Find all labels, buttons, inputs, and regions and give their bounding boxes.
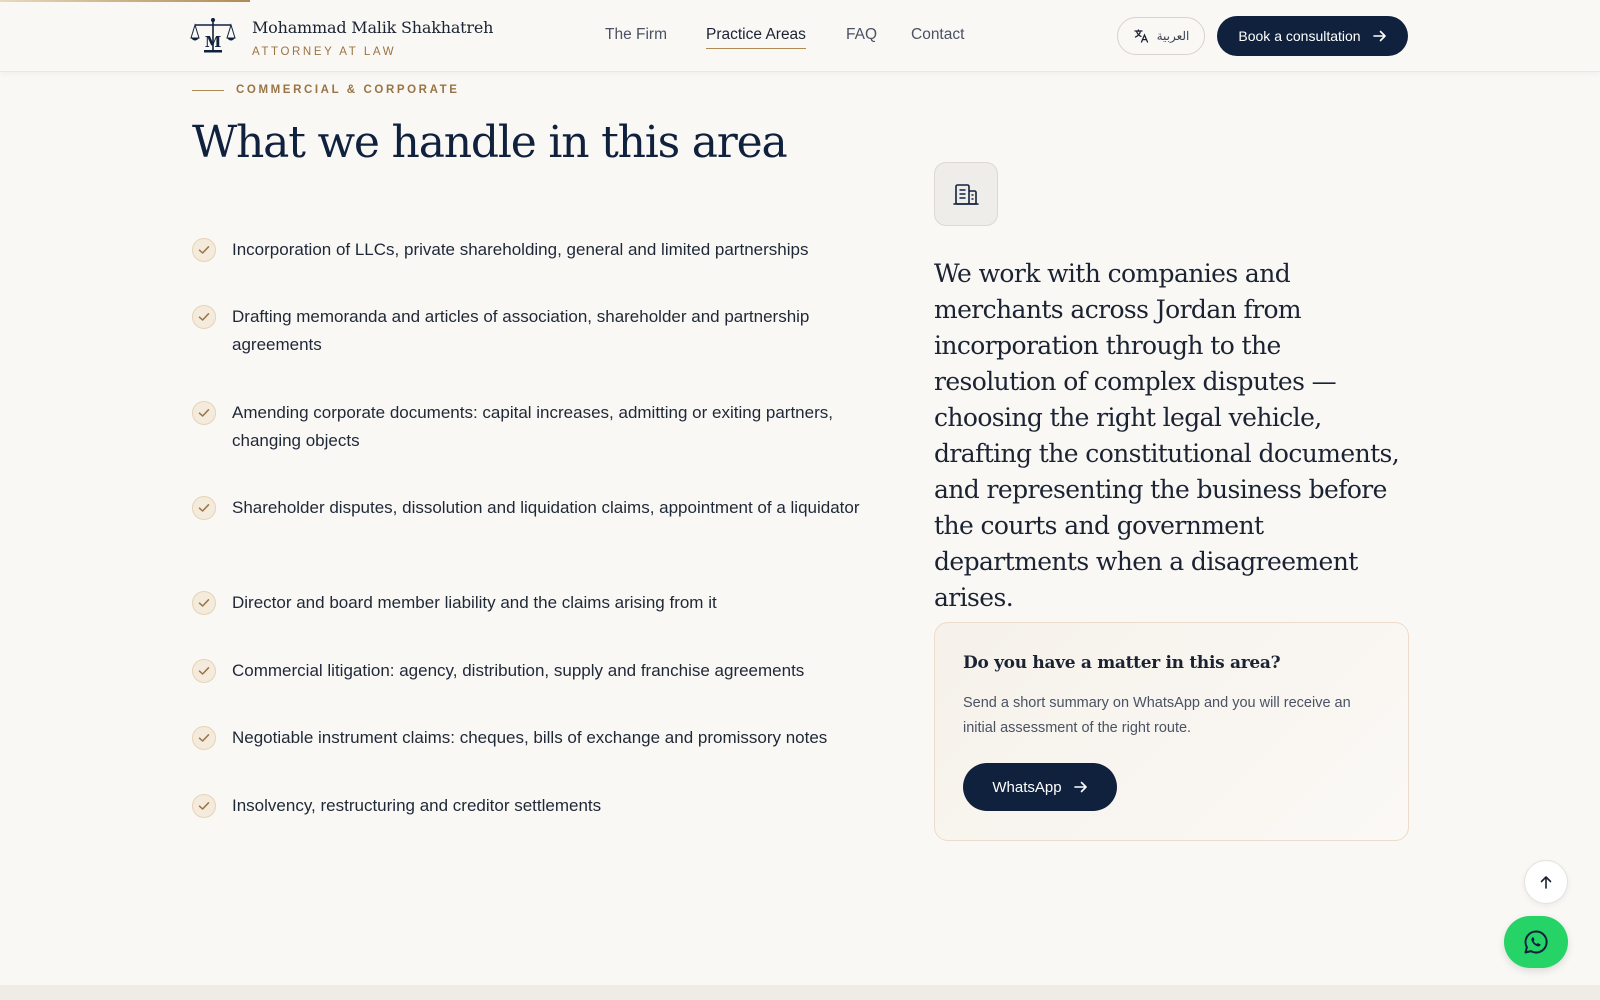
nav-link-faq[interactable]: FAQ (846, 26, 877, 44)
whatsapp-cta-card: Do you have a matter in this area? Send … (934, 622, 1409, 841)
whatsapp-floating-button[interactable] (1504, 916, 1568, 968)
list-item-text: Negotiable instrument claims: cheques, b… (232, 728, 828, 747)
list-item: Amending corporate documents: capital in… (192, 401, 892, 455)
list-item: Negotiable instrument claims: cheques, b… (192, 726, 892, 752)
check-icon (192, 305, 216, 329)
cta-title: Do you have a matter in this area? (963, 653, 1281, 673)
list-item: Commercial litigation: agency, distribut… (192, 659, 892, 685)
scales-of-justice-logo-icon[interactable]: M (190, 16, 236, 56)
language-label: العربية (1156, 29, 1190, 43)
list-item-text: Drafting memoranda and articles of assoc… (232, 307, 810, 354)
brand-subtitle: ATTORNEY AT LAW (252, 46, 397, 58)
practice-area-icon-box (934, 162, 998, 226)
eyebrow-rule (192, 89, 224, 91)
whatsapp-icon (1524, 930, 1548, 954)
eyebrow-label: COMMERCIAL & CORPORATE (236, 84, 460, 96)
check-icon (192, 496, 216, 520)
practice-area-intro: We work with companies and merchants acr… (934, 259, 1400, 612)
check-icon (192, 726, 216, 750)
check-icon (192, 659, 216, 683)
list-item-text: Director and board member liability and … (232, 593, 717, 612)
arrow-right-icon (1073, 781, 1087, 793)
check-icon (192, 238, 216, 262)
arrow-up-icon (1540, 876, 1552, 889)
arrow-right-icon (1372, 30, 1386, 42)
language-switch-button[interactable]: العربية (1117, 17, 1205, 55)
list-item: Incorporation of LLCs, private sharehold… (192, 238, 892, 264)
check-icon (192, 794, 216, 818)
site-header: M Mohammad Malik Shakhatreh ATTORNEY AT … (0, 0, 1600, 72)
list-item-text: Insolvency, restructuring and creditor s… (232, 796, 602, 815)
section-title: What we handle in this area (192, 117, 788, 168)
nav-link-the-firm[interactable]: The Firm (605, 26, 667, 44)
brand-name[interactable]: Mohammad Malik Shakhatreh (252, 18, 493, 37)
translate-icon (1133, 29, 1148, 43)
nav-link-practice-areas[interactable]: Practice Areas (706, 26, 806, 49)
list-item: Insolvency, restructuring and creditor s… (192, 794, 892, 820)
check-icon (192, 591, 216, 615)
building-icon (953, 184, 979, 205)
list-item: Director and board member liability and … (192, 591, 892, 617)
whatsapp-button[interactable]: WhatsApp (963, 763, 1117, 811)
svg-text:M: M (205, 33, 222, 51)
check-icon (192, 401, 216, 425)
footer-strip (0, 985, 1600, 1000)
list-item: Drafting memoranda and articles of assoc… (192, 305, 892, 359)
book-consultation-label: Book a consultation (1238, 28, 1361, 44)
scroll-progress-bar (0, 0, 250, 2)
section-eyebrow: COMMERCIAL & CORPORATE (192, 84, 460, 96)
scroll-to-top-button[interactable] (1524, 860, 1568, 904)
cta-body: Send a short summary on WhatsApp and you… (963, 695, 1351, 736)
list-item-text: Amending corporate documents: capital in… (232, 403, 833, 450)
list-item-text: Commercial litigation: agency, distribut… (232, 661, 805, 680)
whatsapp-button-label: WhatsApp (992, 778, 1062, 796)
nav-link-contact[interactable]: Contact (911, 26, 964, 44)
book-consultation-button[interactable]: Book a consultation (1217, 16, 1408, 56)
list-item-text: Shareholder disputes, dissolution and li… (232, 498, 860, 517)
list-item-text: Incorporation of LLCs, private sharehold… (232, 240, 809, 259)
list-item: Shareholder disputes, dissolution and li… (192, 496, 892, 522)
